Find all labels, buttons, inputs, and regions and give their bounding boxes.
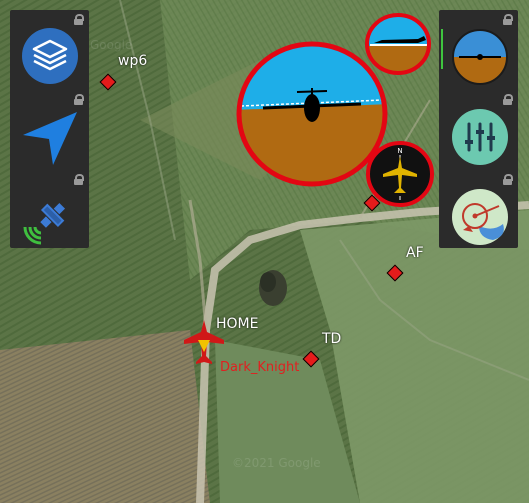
pitch-indicator-small[interactable] [362,10,434,78]
lock-icon [503,14,513,25]
active-indicator [441,29,443,69]
satellite-button[interactable] [19,187,81,249]
heading-indicator[interactable]: N [365,140,435,208]
layers-button[interactable] [19,25,81,87]
navigate-arrow-icon [23,112,77,165]
navigate-button[interactable] [19,107,81,169]
lock-icon [503,94,513,105]
waypoint-label-td: TD [322,331,342,347]
sliders-icon [452,109,508,165]
attitude-indicator-icon [452,29,508,85]
layers-icon [22,28,78,84]
aircraft-icon [184,320,224,364]
aircraft-name-label: Dark_Knight [220,360,300,375]
lock-icon [503,174,513,185]
lock-icon [74,94,84,105]
svg-text:N: N [397,147,402,155]
aircraft-marker[interactable] [182,318,226,366]
left-toolbar [10,10,89,248]
settings-sliders-button[interactable] [449,106,511,168]
satellite-icon [23,202,66,245]
waypoint-label-af: AF [406,245,424,261]
lock-icon [74,174,84,185]
right-toolbar [439,10,518,248]
lock-icon [74,14,84,25]
waypoint-label-wp6: wp6 [118,53,148,69]
mission-planner-button[interactable] [449,186,511,248]
map-watermark-top: Google [90,38,133,52]
mission-planner-icon [452,189,508,245]
attitude-indicator-button[interactable] [449,26,511,88]
map-watermark-bottom: ©2021 Google [232,456,321,470]
